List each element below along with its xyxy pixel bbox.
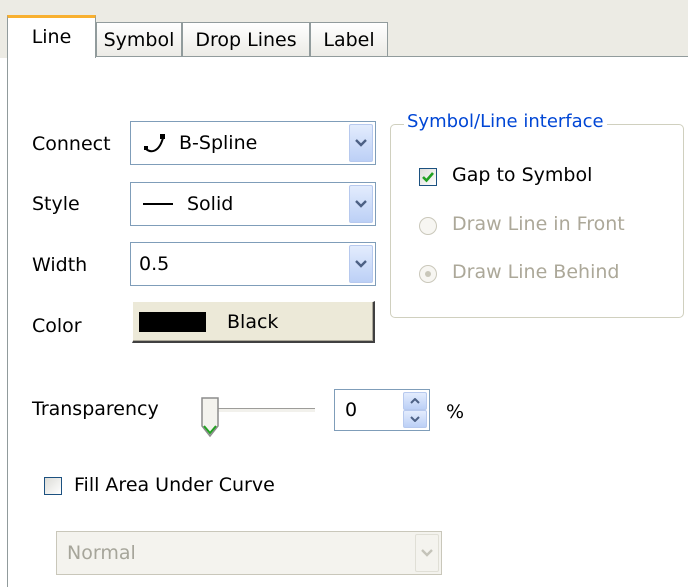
fill-area-label: Fill Area Under Curve xyxy=(74,474,275,496)
style-label: Style xyxy=(32,193,80,215)
draw-line-behind-label: Draw Line Behind xyxy=(452,261,620,283)
style-dropdown[interactable]: Solid xyxy=(130,182,376,226)
group-title: Symbol/Line interface xyxy=(404,111,607,132)
width-value: 0.5 xyxy=(139,253,170,275)
color-label: Color xyxy=(32,315,82,337)
gap-to-symbol-label: Gap to Symbol xyxy=(452,164,593,186)
width-label: Width xyxy=(32,254,88,276)
tab-symbol[interactable]: Symbol xyxy=(96,22,182,56)
fill-mode-dropdown[interactable]: Normal xyxy=(56,531,442,575)
transparency-label: Transparency xyxy=(32,398,159,420)
width-dropdown[interactable]: 0.5 xyxy=(130,242,376,286)
tab-line[interactable]: Line xyxy=(7,15,96,58)
transparency-spinner[interactable]: 0 xyxy=(334,389,430,431)
fill-area-checkbox[interactable] xyxy=(44,477,62,495)
percent-unit: % xyxy=(446,401,465,423)
tab-line-label: Line xyxy=(31,26,72,48)
connect-dropdown[interactable]: B-Spline xyxy=(130,121,376,165)
color-swatch xyxy=(139,312,206,332)
chevron-down-icon[interactable] xyxy=(349,124,373,162)
tab-label-label: Label xyxy=(323,28,375,51)
spin-up-icon[interactable] xyxy=(403,392,427,410)
draw-line-in-front-radio[interactable] xyxy=(419,217,437,235)
spin-down-icon[interactable] xyxy=(403,410,427,428)
draw-line-in-front-label: Draw Line in Front xyxy=(452,213,625,235)
draw-line-behind-radio[interactable] xyxy=(419,265,437,283)
tab-drop-lines-label: Drop Lines xyxy=(195,28,297,51)
solid-line-icon xyxy=(143,203,173,205)
transparency-slider-track[interactable] xyxy=(205,408,315,413)
radio-dot xyxy=(425,271,431,277)
chevron-down-icon[interactable] xyxy=(349,245,373,283)
connect-label: Connect xyxy=(32,133,111,155)
chevron-down-icon[interactable] xyxy=(349,185,373,223)
fill-mode-value: Normal xyxy=(67,542,136,564)
check-icon xyxy=(422,172,434,183)
transparency-value: 0 xyxy=(345,399,358,421)
tab-label[interactable]: Label xyxy=(310,22,388,56)
tab-drop-lines[interactable]: Drop Lines xyxy=(182,22,310,56)
color-button[interactable]: Black xyxy=(132,301,375,343)
gap-to-symbol-checkbox[interactable] xyxy=(419,168,437,186)
bspline-icon xyxy=(143,132,169,161)
tab-symbol-label: Symbol xyxy=(103,28,175,51)
style-value: Solid xyxy=(187,193,234,215)
color-value: Black xyxy=(227,311,279,333)
connect-value: B-Spline xyxy=(179,132,258,154)
chevron-down-icon[interactable] xyxy=(415,534,439,572)
slider-thumb[interactable] xyxy=(200,396,220,438)
